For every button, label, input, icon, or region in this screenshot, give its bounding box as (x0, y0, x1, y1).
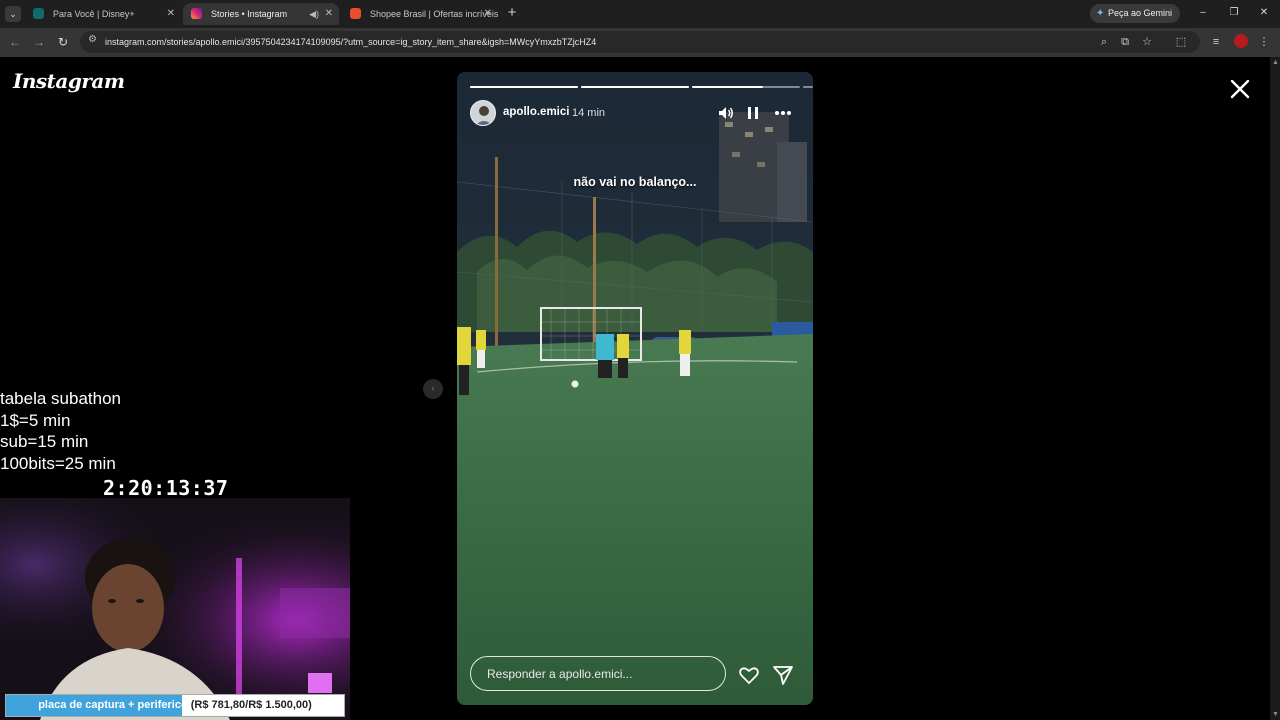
bookmark-star-icon[interactable]: ☆ (1139, 34, 1155, 50)
window-close-icon[interactable]: ✕ (1254, 4, 1274, 22)
menu-dots-icon[interactable]: ⋮ (1256, 34, 1272, 50)
subathon-line: 100bits=25 min (0, 453, 116, 473)
scroll-down-icon[interactable]: ▼ (1272, 711, 1279, 718)
webcam-feed (0, 498, 350, 720)
gemini-label: Peça ao Gemini (1108, 8, 1173, 18)
story-video (457, 72, 813, 705)
zoom-icon[interactable]: ⌕ (1096, 34, 1112, 50)
subathon-line: sub=15 min (0, 432, 89, 451)
new-tab-button[interactable]: + (505, 3, 519, 23)
story-progress-bar (470, 86, 578, 88)
restore-icon[interactable]: ❐ (1224, 4, 1244, 22)
reply-field[interactable] (470, 656, 726, 691)
close-tab-icon[interactable]: ✕ (325, 3, 333, 25)
subathon-timer: 2:20:13:37 (103, 476, 229, 500)
goal-label: placa de captura + periferico (R$ 781,80… (6, 695, 344, 716)
volume-icon[interactable] (717, 104, 735, 122)
disney-favicon-icon (33, 8, 44, 19)
tab-title: Stories • Instagram (211, 9, 288, 19)
pause-icon[interactable] (744, 104, 762, 122)
avatar[interactable] (470, 100, 496, 126)
progress-fill (470, 86, 578, 88)
close-tab-icon[interactable]: ✕ (484, 3, 492, 25)
goal-label-title: placa de captura + periferico (38, 699, 188, 711)
subathon-line: tabela subathon (0, 389, 121, 408)
story-progress-bar (803, 86, 813, 88)
story-progress-bar (581, 86, 689, 88)
close-tab-icon[interactable]: ✕ (167, 3, 175, 25)
gemini-sparkle-icon: ✦ (1096, 8, 1105, 19)
tab-title: Shopee Brasil | Ofertas incríveis (370, 9, 498, 19)
previous-story-button[interactable]: ‹ (423, 379, 443, 399)
story-time: 14 min (572, 107, 606, 119)
address-bar[interactable]: ⚙ instagram.com/stories/apollo.emici/395… (80, 31, 1200, 53)
instagram-logo[interactable]: Instagram (13, 69, 125, 93)
subathon-table: tabela subathon 1$=5 min sub=15 min 100b… (0, 388, 121, 474)
profile-avatar[interactable] (1234, 34, 1248, 48)
streamer-webcam-image (0, 498, 350, 720)
story-username[interactable]: apollo.emici (503, 106, 569, 118)
reload-icon[interactable]: ↻ (55, 34, 71, 50)
media-control-icon[interactable]: ≡ (1208, 34, 1224, 50)
share-send-icon[interactable] (772, 664, 794, 686)
subathon-line: 1$=5 min (0, 410, 71, 430)
story-viewer[interactable]: apollo.emici 14 min não vai no balanço..… (457, 72, 813, 705)
tab-search-button[interactable]: ⌄ (5, 6, 21, 22)
back-arrow-icon[interactable]: ← (7, 34, 23, 50)
tab-title: Para Você | Disney+ (53, 9, 135, 19)
instagram-favicon-icon (191, 8, 202, 19)
close-story-icon[interactable] (1228, 77, 1252, 101)
instagram-page: Instagram ‹ apollo.emici 14 min não vai … (0, 57, 1270, 720)
story-progress-bar (692, 86, 800, 88)
goal-label-amount: (R$ 781,80/R$ 1.500,00) (187, 699, 312, 711)
like-heart-icon[interactable] (738, 664, 760, 686)
page-scrollbar[interactable]: ▲ ▼ (1270, 57, 1280, 720)
shopee-favicon-icon (350, 8, 361, 19)
scroll-up-icon[interactable]: ▲ (1272, 59, 1279, 66)
url-text[interactable]: instagram.com/stories/apollo.emici/39575… (105, 31, 596, 53)
tab-audio-icon[interactable]: ◀) (309, 3, 319, 25)
forward-arrow-icon[interactable]: → (31, 34, 47, 50)
minimize-icon[interactable]: – (1193, 4, 1213, 22)
browser-toolbar: ← → ↻ ⚙ instagram.com/stories/apollo.emi… (0, 28, 1280, 57)
install-app-icon[interactable]: ⧉ (1117, 34, 1133, 50)
tab-disney[interactable]: Para Você | Disney+ ✕ (25, 3, 181, 25)
reply-input[interactable] (471, 657, 725, 690)
more-options-icon[interactable] (774, 104, 792, 122)
donation-goal-bar: placa de captura + periferico (R$ 781,80… (5, 694, 345, 717)
tab-shopee[interactable]: Shopee Brasil | Ofertas incríveis ✕ (342, 3, 498, 25)
progress-fill (581, 86, 689, 88)
progress-fill (692, 86, 764, 88)
tab-instagram[interactable]: Stories • Instagram ◀) ✕ (183, 3, 339, 25)
gemini-button[interactable]: ✦ Peça ao Gemini (1090, 4, 1181, 23)
tab-strip: ⌄ Para Você | Disney+ ✕ Stories • Instag… (0, 0, 1280, 28)
story-caption: não vai no balanço... (573, 175, 697, 189)
site-settings-icon[interactable]: ⚙ (88, 34, 97, 45)
extensions-icon[interactable]: ⬚ (1173, 34, 1189, 50)
